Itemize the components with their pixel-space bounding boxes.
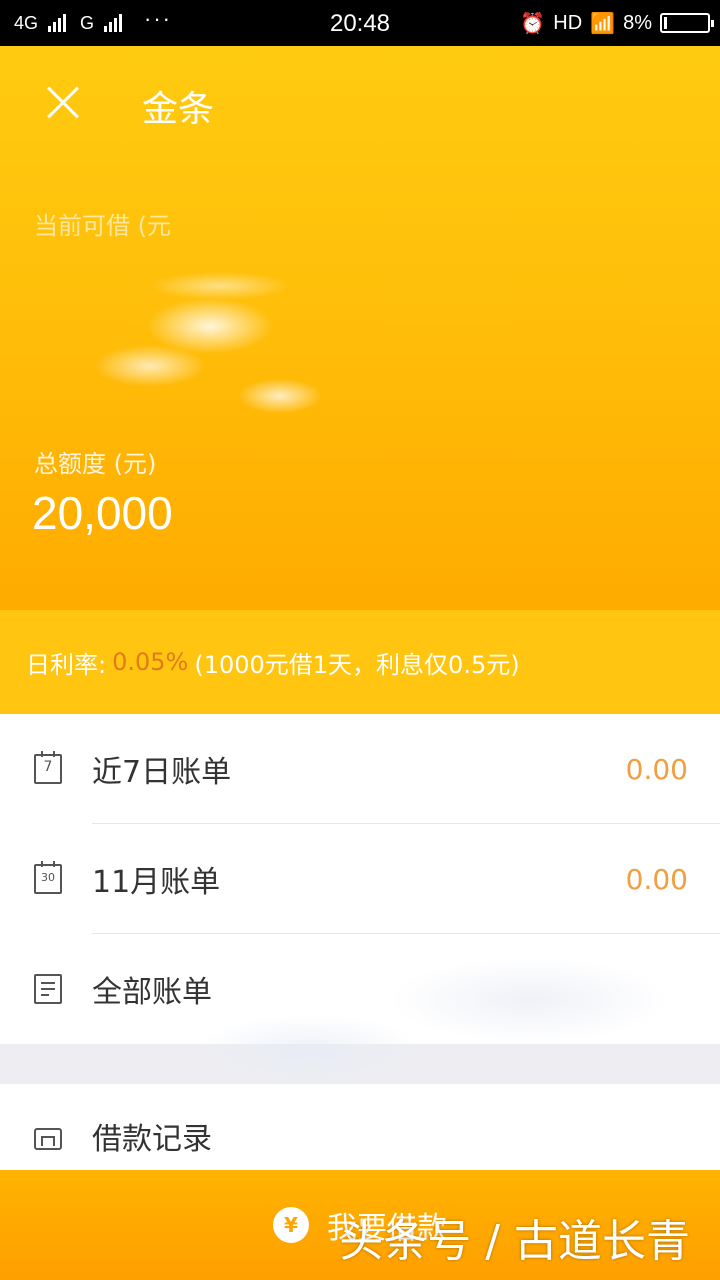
list-item-label: 借款记录 [92, 1122, 212, 1157]
total-limit-label: 总额度 (元) [34, 450, 157, 478]
battery-icon [660, 13, 714, 33]
total-limit-value: 20,000 [32, 487, 173, 539]
list-item-label: 11月账单 [92, 865, 221, 900]
rate-value: 0.05% [112, 648, 189, 676]
calendar-30-icon: 30 [34, 861, 62, 894]
interest-rate-bar: 日利率: 0.05% (1000元借1天，利息仅0.5元) [0, 610, 720, 714]
hd-label: HD [553, 11, 583, 34]
list-item-label: 全部账单 [92, 975, 212, 1010]
redacted-available-amount [60, 246, 360, 446]
list-item-amount: 0.00 [625, 752, 688, 786]
close-icon[interactable] [38, 78, 88, 128]
watermark: 头条号 / 古道长青 [339, 1216, 690, 1267]
battery-percent: 8% [623, 11, 652, 34]
alarm-icon: ⏰ [520, 12, 546, 35]
calendar-7-icon: 7 [34, 751, 62, 784]
section-gap [0, 1044, 720, 1084]
credit-summary-header: 金条 当前可借 (元 总额度 (元) 20,000 [0, 46, 720, 610]
calendar-30-icon-text: 30 [41, 871, 55, 884]
status-right: ⏰ HD 📶 8% [520, 0, 714, 46]
status-bar: 4G G ··· 20:48 ⏰ HD 📶 8% [0, 0, 720, 46]
list-item-november-bill[interactable]: 30 11月账单 0.00 [0, 824, 720, 934]
wifi-icon: 📶 [590, 12, 616, 35]
rate-label: 日利率: [26, 650, 107, 679]
document-icon [34, 974, 62, 1004]
rate-note: (1000元借1天，利息仅0.5元) [194, 650, 520, 679]
list-item-all-bills[interactable]: 全部账单 [0, 934, 720, 1044]
list-item-recent-7-days[interactable]: 7 近7日账单 0.00 [0, 714, 720, 824]
yuan-coin-icon: ¥ [273, 1207, 309, 1243]
calendar-7-icon-text: 7 [43, 759, 53, 775]
list-item-amount: 0.00 [625, 862, 688, 896]
list-item-label: 近7日账单 [92, 755, 232, 790]
battery-fill [664, 17, 667, 29]
loan-record-icon [34, 1128, 62, 1150]
bill-list: 7 近7日账单 0.00 30 11月账单 0.00 全部账单 借款记录 [0, 714, 720, 1188]
page-title: 金条 [142, 89, 215, 130]
available-label: 当前可借 (元 [34, 212, 171, 240]
